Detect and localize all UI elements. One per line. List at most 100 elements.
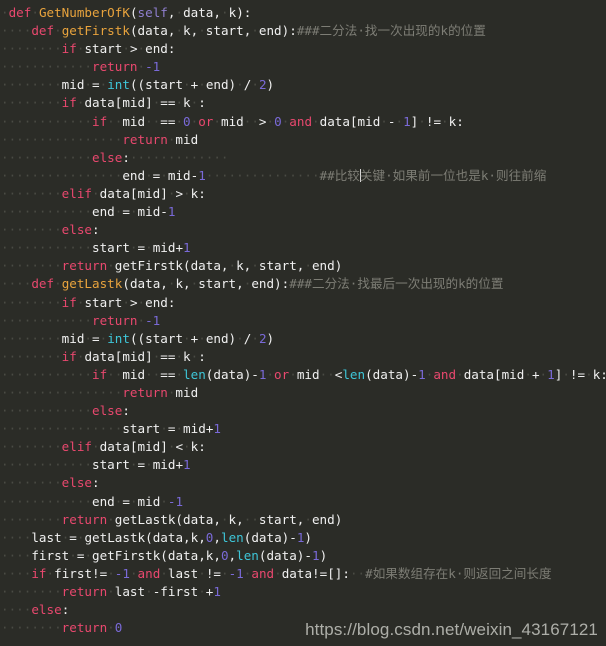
token-comment: ###二分法·找一次出现的k的位置 xyxy=(296,23,486,39)
token-dot: · xyxy=(129,204,138,220)
code-line[interactable]: ····def·getLastk(data,·k,·start,·end):##… xyxy=(0,275,606,293)
code-line-list: ·def·GetNumberOfK(self,·data,·k): ····def… xyxy=(0,4,606,637)
code-line[interactable]: ····else: xyxy=(0,601,606,619)
token-plain: end): xyxy=(251,276,290,292)
token-dot: · xyxy=(1,5,9,20)
token-fn: getLastk xyxy=(61,276,123,292)
token-plain: mid+ xyxy=(183,421,214,437)
token-plain: : xyxy=(198,95,206,111)
code-line[interactable]: ········return·getFirstk(data,·k,·start,… xyxy=(0,257,606,275)
code-line[interactable]: ········elif·data[mid]·>·k: xyxy=(0,185,606,203)
token-num: 0 xyxy=(114,620,123,636)
code-line[interactable]: ············return·-1 xyxy=(0,312,606,330)
code-line[interactable]: ········return·0 xyxy=(0,619,606,637)
token-plain: end xyxy=(122,167,146,183)
token-dot: · xyxy=(107,565,115,581)
code-line[interactable]: ············if··mid··==·len(data)-1·or·m… xyxy=(0,366,606,384)
code-line[interactable]: ········else: xyxy=(0,221,606,239)
token-plain: = xyxy=(92,330,100,346)
code-line[interactable]: ········if·start·>·end: xyxy=(0,294,606,312)
token-dot: ············ xyxy=(1,240,92,256)
code-line[interactable]: ········else: xyxy=(0,474,606,492)
code-line[interactable]: ············if··mid··==·0·or·mid··>·0·an… xyxy=(0,113,606,131)
code-line[interactable]: ········mid·=·int((start·+·end)·/·2) xyxy=(0,330,606,348)
token-plain: > xyxy=(175,185,184,201)
code-line[interactable]: ············else: xyxy=(0,402,606,420)
code-line[interactable]: ················start·=·mid+1 xyxy=(0,420,606,438)
token-plain: start xyxy=(84,41,123,57)
token-num: 1 xyxy=(198,167,206,183)
token-dot: · xyxy=(84,547,93,563)
token-plain: end): xyxy=(258,23,297,39)
code-line[interactable]: ····first·=·getFirstk(data,k,0,len(data)… xyxy=(0,547,606,565)
token-dot: ············ xyxy=(1,457,92,473)
code-line[interactable]: ········if·data[mid]·==·k·: xyxy=(0,348,606,366)
code-line[interactable]: ········if·start·>·end: xyxy=(0,40,606,58)
code-line[interactable]: ········mid·=·int((start·+·end)·/·2) xyxy=(0,76,606,94)
token-dot: · xyxy=(289,366,297,382)
token-num: 1 xyxy=(213,421,221,437)
token-num: 0 xyxy=(274,113,282,129)
code-line[interactable]: ············start·=·mid+1 xyxy=(0,239,606,257)
token-plain: data[mid] xyxy=(99,439,168,455)
token-plain: last xyxy=(31,529,62,545)
code-line[interactable]: ····def·getFirstk(data,·k,·start,·end):#… xyxy=(0,22,606,40)
token-dot: · xyxy=(266,113,275,129)
token-plain: mid xyxy=(61,77,85,93)
token-plain: start xyxy=(92,457,130,473)
token-comment: ###二分法·找最后一次出现的k的位置 xyxy=(289,276,504,292)
token-dot: ········ xyxy=(1,348,62,364)
token-num: 1 xyxy=(311,547,320,563)
token-plain: start xyxy=(84,294,123,310)
token-dot: ········ xyxy=(1,41,62,57)
code-line[interactable]: ········return·last·-first·+1 xyxy=(0,583,606,601)
token-dot: · xyxy=(160,565,168,581)
token-fn: getFirstk xyxy=(61,23,130,39)
token-kw: return xyxy=(92,59,138,75)
token-dot: · xyxy=(418,113,426,129)
token-dot: · xyxy=(251,258,259,274)
token-kw: if xyxy=(61,95,77,111)
token-dot: · xyxy=(183,439,191,455)
token-plain: : xyxy=(61,602,70,618)
code-line[interactable]: ············start·=·mid+1 xyxy=(0,456,606,474)
token-dot: · xyxy=(312,113,320,129)
code-line[interactable]: ·def·GetNumberOfK(self,·data,·k): xyxy=(0,4,606,22)
token-plain: end) xyxy=(205,77,237,93)
token-plain: getLastk(data,k, xyxy=(84,529,206,545)
code-line[interactable]: ············else:············· xyxy=(0,149,606,167)
code-editor[interactable]: ·def·GetNumberOfK(self,·data,·k): ····def… xyxy=(0,0,606,646)
token-kw: def xyxy=(8,5,32,20)
token-plain: mid xyxy=(175,384,199,400)
token-num: 1 xyxy=(213,584,221,599)
code-line[interactable]: ············end·=·mid·-1 xyxy=(0,493,606,511)
code-line[interactable]: ················return·mid xyxy=(0,131,606,149)
code-line[interactable]: ····if·first!=·-1·and·last·!=·-1·and·dat… xyxy=(0,565,606,583)
token-plain: (data, xyxy=(122,276,168,292)
code-line[interactable]: ················end·=·mid-1·············… xyxy=(0,167,606,185)
token-plain: end: xyxy=(145,294,176,310)
token-plain: = xyxy=(137,240,146,256)
token-plain: mid xyxy=(122,113,146,129)
token-plain: mid xyxy=(296,366,320,382)
code-line[interactable]: ········return·getLastk(data,·k,··start,… xyxy=(0,511,606,529)
token-plain: k: xyxy=(190,439,206,455)
code-line[interactable]: ················return·mid xyxy=(0,384,606,402)
token-dot: · xyxy=(69,547,77,563)
token-plain: start, xyxy=(205,23,252,39)
code-line[interactable]: ········if·data[mid]·==·k·: xyxy=(0,94,606,112)
code-line[interactable]: ····last·=·getLastk(data,k,0,len(data)-1… xyxy=(0,529,606,547)
token-dot: ········ xyxy=(1,95,62,111)
code-line[interactable]: ············return·-1 xyxy=(0,58,606,76)
token-dot: · xyxy=(46,565,55,581)
code-line[interactable]: ············end·=·mid-1 xyxy=(0,203,606,221)
token-kw: return xyxy=(92,312,138,328)
token-kw: or xyxy=(198,113,214,129)
token-plain: (data)- xyxy=(365,366,419,382)
code-line[interactable]: ········elif·data[mid]·<·k: xyxy=(0,438,606,456)
token-comment: #如果数组存在k·则返回之间长度 xyxy=(365,565,552,581)
token-dot: ················ xyxy=(1,131,123,147)
token-plain: : xyxy=(198,348,206,364)
token-dot: · xyxy=(198,77,206,93)
token-dot: · xyxy=(175,366,184,382)
